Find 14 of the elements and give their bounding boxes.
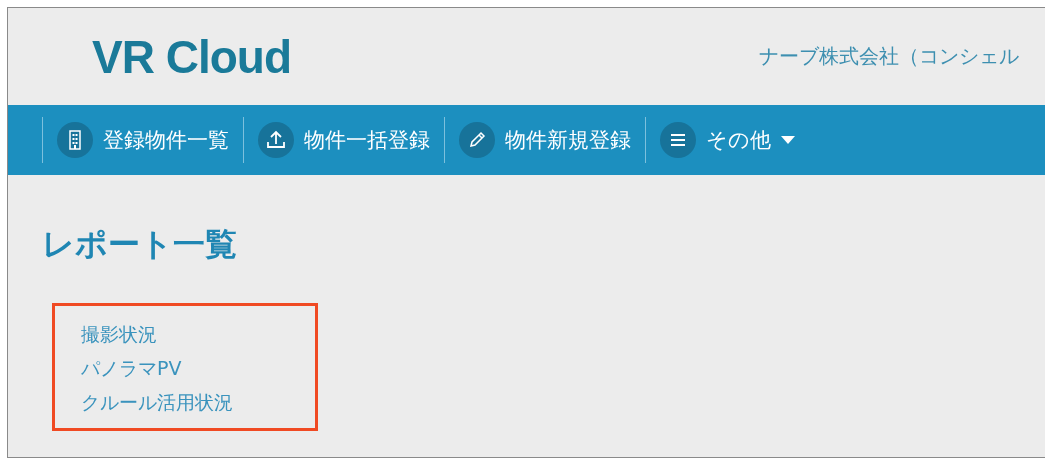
report-link[interactable]: パノラマPV <box>81 356 315 382</box>
report-link[interactable]: 撮影状況 <box>81 322 315 348</box>
nav-item[interactable]: その他 <box>646 114 809 166</box>
nav-item[interactable]: 登録物件一覧 <box>43 114 243 166</box>
nav-item[interactable]: 物件新規登録 <box>445 114 645 166</box>
pencil-icon <box>459 122 495 158</box>
building-icon <box>57 122 93 158</box>
upload-icon <box>258 122 294 158</box>
logo: VR Cloud <box>92 29 291 84</box>
company-name: ナーブ株式会社（コンシェル <box>759 43 1019 70</box>
nav-item[interactable]: 物件一括登録 <box>244 114 444 166</box>
menu-icon <box>660 122 696 158</box>
report-link[interactable]: クルール活用状況 <box>81 390 315 416</box>
page-title: レポート一覧 <box>42 224 238 265</box>
